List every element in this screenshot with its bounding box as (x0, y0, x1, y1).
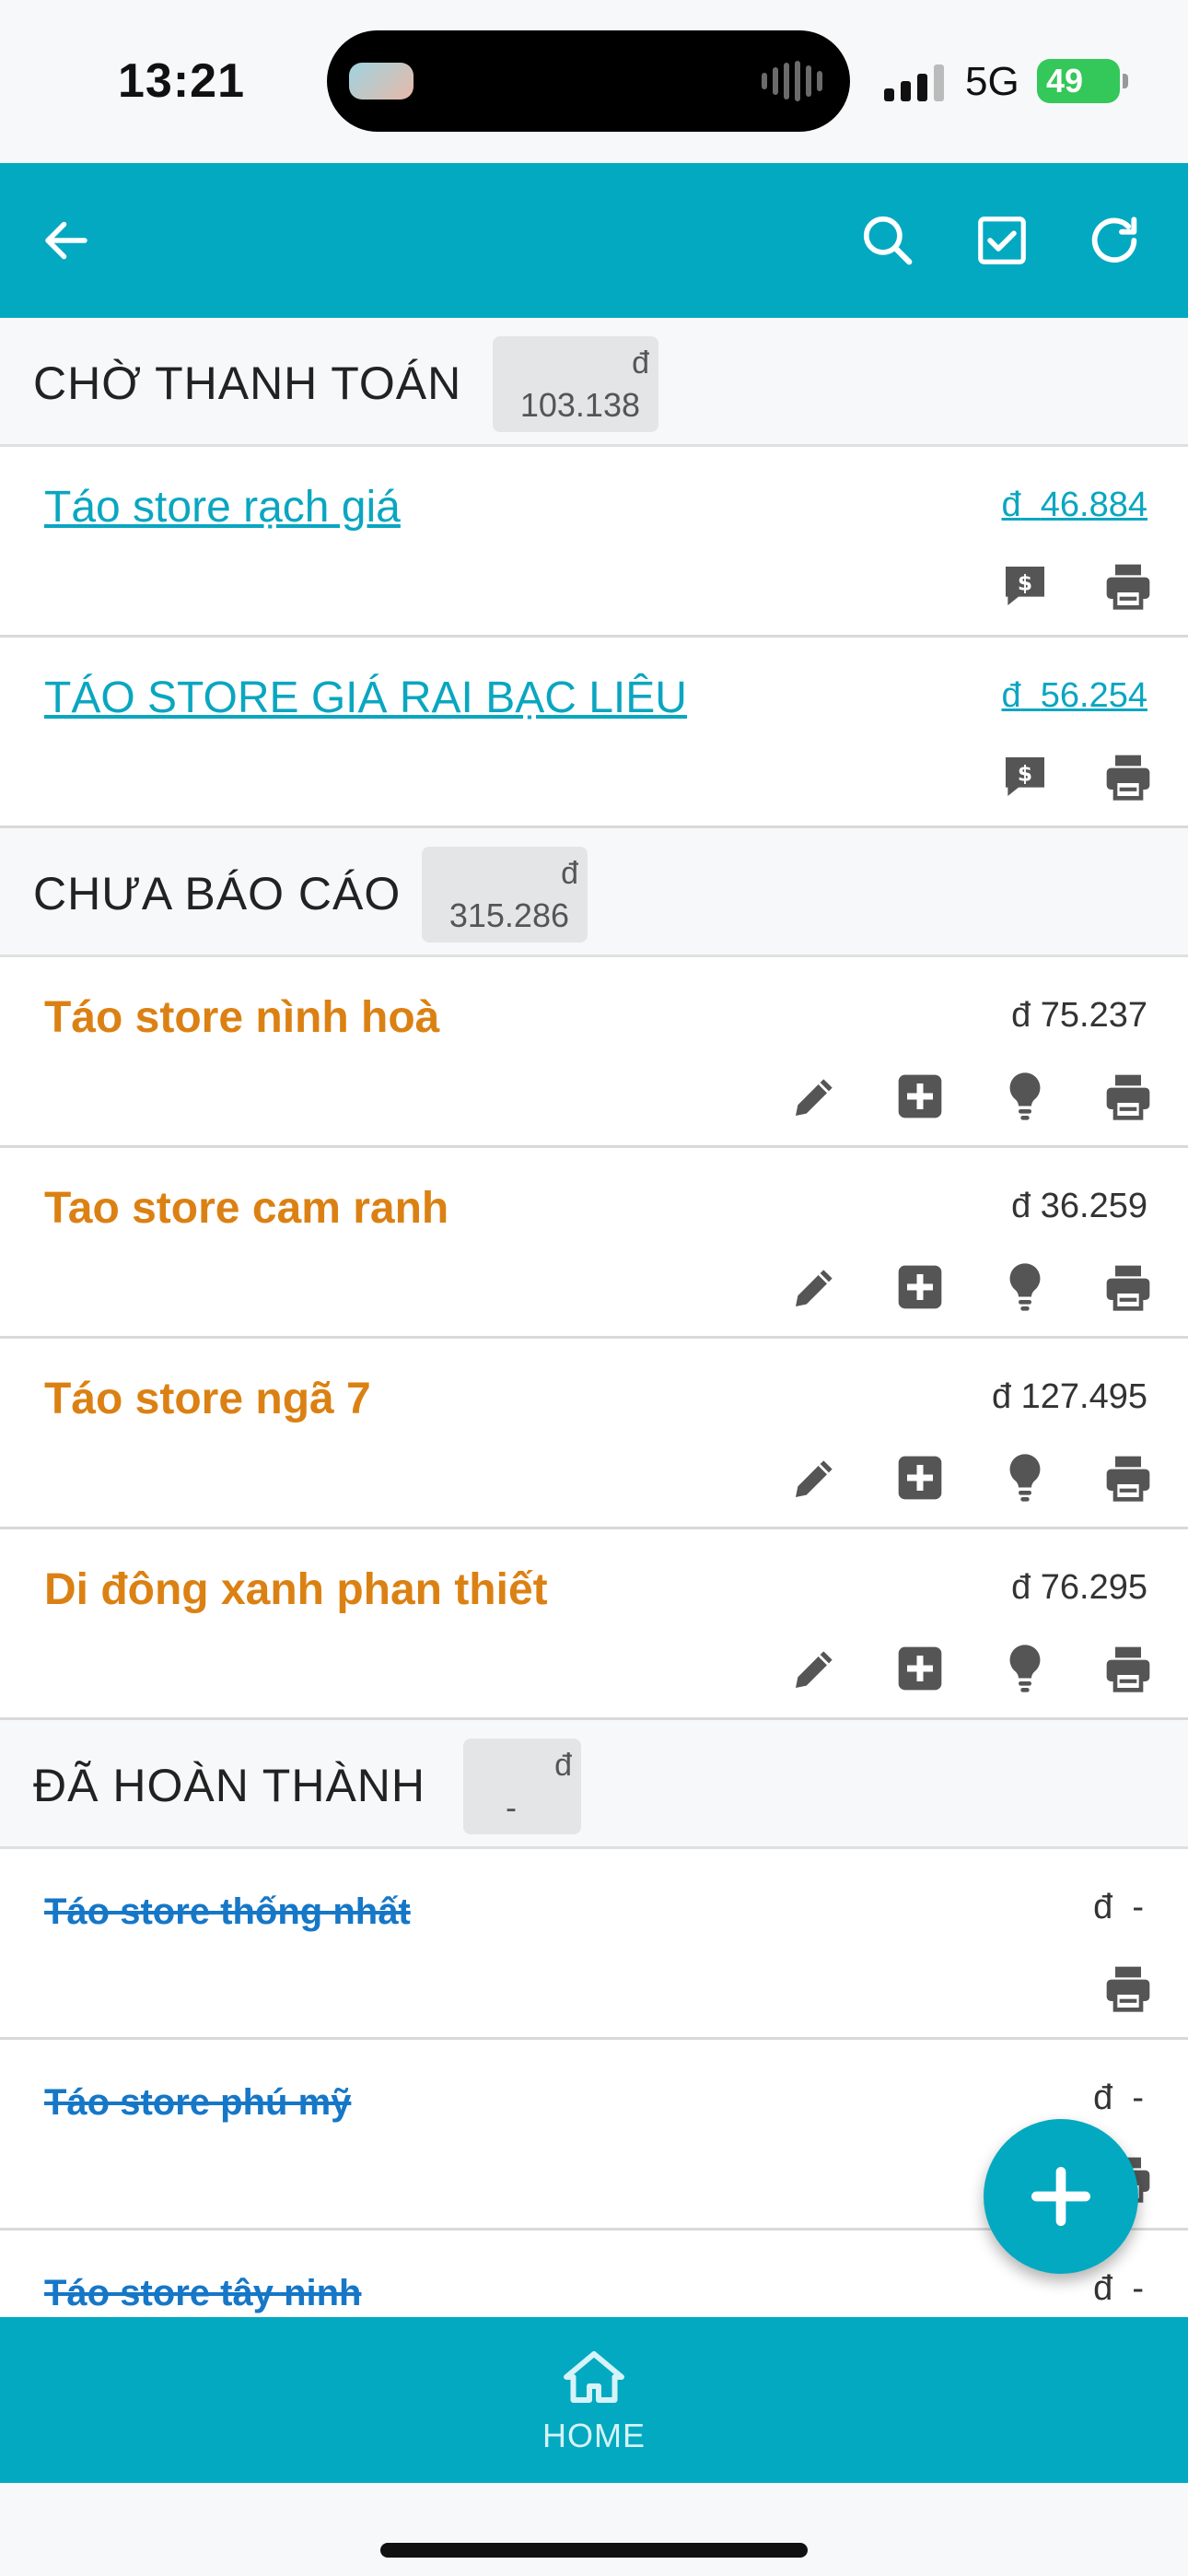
section-header-pending: CHỜ THANH TOÁN đ 103.138 (0, 318, 1188, 447)
home-icon[interactable] (562, 2349, 626, 2405)
store-name[interactable]: Táo store nình hoà (44, 992, 439, 1043)
svg-text:$: $ (1018, 761, 1032, 787)
invoice-list: CHỜ THANH TOÁN đ 103.138 Táo store rạch … (0, 318, 1188, 2317)
svg-text:$: $ (1018, 570, 1032, 596)
section-total: 103.138 (519, 386, 640, 424)
pencil-icon[interactable] (788, 1260, 842, 1314)
pencil-icon[interactable] (788, 1451, 842, 1505)
add-square-icon[interactable] (893, 1451, 947, 1505)
amount-value: đ 76.295 (1011, 1568, 1147, 1607)
lightbulb-icon[interactable] (998, 1260, 1052, 1314)
currency-symbol: đ (632, 345, 649, 381)
pencil-icon[interactable] (788, 1070, 842, 1123)
add-fab-button[interactable] (984, 2119, 1138, 2274)
printer-icon[interactable] (1101, 559, 1155, 613)
battery-icon: 49 (1037, 59, 1120, 103)
currency-symbol: đ (1001, 676, 1021, 715)
section-total: - (506, 1788, 517, 1826)
store-name[interactable]: Táo store tây ninh (44, 2273, 362, 2314)
section-total-badge: đ 103.138 (493, 336, 658, 432)
dynamic-island (327, 30, 850, 132)
printer-icon[interactable] (1101, 750, 1155, 803)
list-item[interactable]: Tao store cam ranh đ 36.259 (0, 1148, 1188, 1339)
amount-value: 46.884 (1040, 486, 1147, 524)
amount-value: đ - (1093, 2269, 1144, 2308)
add-square-icon[interactable] (893, 1642, 947, 1695)
add-square-icon[interactable] (893, 1260, 947, 1314)
list-item[interactable]: Táo store ngã 7 đ 127.495 (0, 1339, 1188, 1529)
section-total: 315.286 (448, 896, 569, 934)
list-item[interactable]: Táo store nình hoà đ 75.237 (0, 957, 1188, 1148)
section-title: ĐÃ HOÀN THÀNH (33, 1760, 426, 1811)
list-item[interactable]: TÁO STORE GIÁ RAI BẠC LIÊU đ 56.254 $ (0, 638, 1188, 828)
currency-symbol: đ (554, 1748, 572, 1783)
printer-icon[interactable] (1101, 1451, 1155, 1505)
home-indicator-area (0, 2483, 1188, 2576)
plus-icon (1031, 2167, 1090, 2226)
store-link[interactable]: Táo store rạch giá (44, 482, 401, 533)
app-bar (0, 163, 1188, 318)
section-total-badge: đ - (463, 1739, 581, 1834)
store-name[interactable]: Táo store thống nhất (44, 1891, 411, 1933)
now-playing-thumbnail (349, 63, 413, 100)
list-item[interactable]: Táo store rạch giá đ 46.884 $ (0, 447, 1188, 638)
lightbulb-icon[interactable] (998, 1642, 1052, 1695)
status-time: 13:21 (118, 54, 245, 108)
pencil-icon[interactable] (788, 1642, 842, 1695)
currency-symbol: đ (561, 856, 578, 891)
printer-icon[interactable] (1101, 1642, 1155, 1695)
search-icon[interactable] (851, 204, 925, 277)
battery-tip (1123, 74, 1128, 88)
amount-value: đ - (1093, 1888, 1144, 1926)
section-header-completed: ĐÃ HOÀN THÀNH đ - (0, 1720, 1188, 1849)
printer-icon[interactable] (1101, 1070, 1155, 1123)
store-name[interactable]: Tao store cam ranh (44, 1183, 448, 1234)
lightbulb-icon[interactable] (998, 1070, 1052, 1123)
section-title: CHỜ THANH TOÁN (33, 357, 462, 409)
refresh-icon[interactable] (1077, 204, 1151, 277)
battery-level: 49 (1046, 62, 1084, 100)
store-name[interactable]: Táo store ngã 7 (44, 1374, 371, 1424)
list-item[interactable]: Táo store thống nhất đ - (0, 1849, 1188, 2040)
network-type: 5G (965, 59, 1019, 104)
status-bar: 13:21 5G 49 (0, 0, 1188, 163)
nav-home-label[interactable]: HOME (0, 2417, 1188, 2455)
amount-value: 56.254 (1040, 676, 1147, 715)
audio-wave-icon (762, 61, 822, 101)
amount-link[interactable]: đ 46.884 (1002, 486, 1148, 525)
arrow-left-icon[interactable] (29, 204, 103, 277)
amount-link[interactable]: đ 56.254 (1002, 676, 1148, 716)
payment-message-icon[interactable]: $ (998, 559, 1052, 613)
list-item[interactable]: Di đông xanh phan thiết đ 76.295 (0, 1529, 1188, 1720)
currency-symbol: đ (1001, 486, 1021, 524)
home-indicator[interactable] (380, 2543, 808, 2558)
amount-value: đ 127.495 (991, 1377, 1147, 1416)
section-header-unreported: CHƯA BÁO CÁO đ 315.286 (0, 828, 1188, 957)
signal-icon (884, 64, 944, 101)
section-total-badge: đ 315.286 (422, 847, 588, 943)
store-name[interactable]: Táo store phú mỹ (44, 2082, 351, 2124)
payment-message-icon[interactable]: $ (998, 750, 1052, 803)
section-title: CHƯA BÁO CÁO (33, 868, 402, 919)
amount-value: đ 36.259 (1011, 1187, 1147, 1225)
printer-icon[interactable] (1101, 1961, 1155, 2015)
add-square-icon[interactable] (893, 1070, 947, 1123)
amount-value: đ 75.237 (1011, 996, 1147, 1035)
store-link[interactable]: TÁO STORE GIÁ RAI BẠC LIÊU (44, 673, 687, 723)
bottom-nav: HOME (0, 2317, 1188, 2483)
store-name[interactable]: Di đông xanh phan thiết (44, 1564, 548, 1615)
printer-icon[interactable] (1101, 1260, 1155, 1314)
lightbulb-icon[interactable] (998, 1451, 1052, 1505)
checkbox-icon[interactable] (965, 204, 1039, 277)
amount-value: đ - (1093, 2078, 1144, 2117)
